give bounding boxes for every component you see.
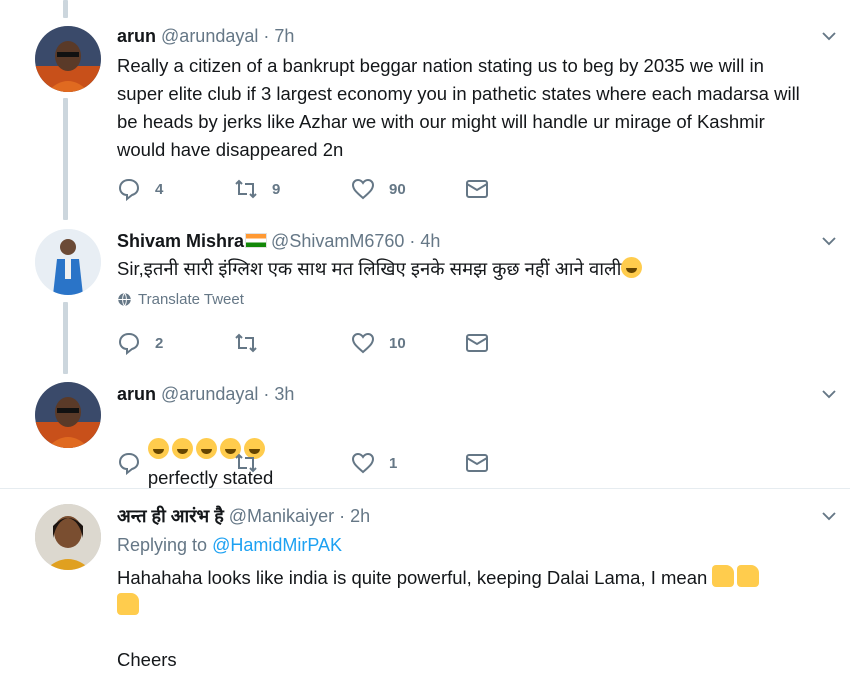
globe-icon bbox=[118, 292, 131, 307]
like-count: 90 bbox=[389, 180, 406, 198]
retweet-button[interactable] bbox=[234, 450, 351, 476]
tweet-4[interactable]: अन्त ही आरंभ है @Manikaiyer · 2h Replyin… bbox=[0, 489, 850, 699]
chevron-down-icon[interactable] bbox=[820, 232, 838, 250]
tweet-text-closing: Cheers bbox=[117, 649, 177, 670]
envelope-icon bbox=[466, 180, 488, 198]
user-handle[interactable]: @arundayal bbox=[161, 26, 258, 46]
reply-button[interactable]: 2 bbox=[117, 330, 234, 356]
separator: · bbox=[263, 26, 270, 46]
user-fullname[interactable]: अन्त ही आरंभ है bbox=[117, 506, 224, 526]
reply-icon bbox=[118, 452, 140, 475]
reply-count: 4 bbox=[155, 180, 164, 198]
timestamp[interactable]: 2h bbox=[350, 506, 370, 526]
reply-button[interactable] bbox=[117, 450, 234, 476]
reply-button[interactable]: 4 bbox=[117, 176, 234, 202]
translate-label[interactable]: Translate Tweet bbox=[138, 291, 244, 308]
like-count: 1 bbox=[389, 454, 398, 472]
separator: · bbox=[263, 384, 270, 404]
tweet-text: Sir,इतनी सारी इंग्लिश एक साथ मत लिखिए इन… bbox=[117, 258, 622, 279]
joy-emoji-icon bbox=[621, 257, 643, 278]
retweet-icon bbox=[235, 453, 257, 473]
replying-prefix: Replying to bbox=[117, 535, 208, 555]
reply-icon bbox=[118, 178, 140, 201]
tweet-3[interactable]: arun @arundayal · 3h perfectly stated 1 bbox=[0, 370, 850, 488]
chevron-down-icon[interactable] bbox=[820, 507, 838, 525]
retweet-icon bbox=[235, 179, 257, 199]
like-button[interactable]: 1 bbox=[351, 450, 465, 476]
chevron-down-icon[interactable] bbox=[820, 385, 838, 403]
reply-count: 2 bbox=[155, 334, 164, 352]
replying-to: Replying to @HamidMirPAK bbox=[117, 532, 808, 558]
india-flag-icon bbox=[245, 233, 268, 248]
retweet-button[interactable] bbox=[234, 330, 351, 356]
timestamp[interactable]: 3h bbox=[274, 384, 294, 404]
heart-icon bbox=[351, 452, 375, 474]
tweet-text: Hahahaha looks like india is quite power… bbox=[117, 567, 708, 588]
avatar[interactable] bbox=[35, 229, 101, 295]
like-count: 10 bbox=[389, 334, 406, 352]
like-button[interactable]: 90 bbox=[351, 176, 465, 202]
user-fullname[interactable]: Shivam Mishra bbox=[117, 231, 244, 251]
thumbs-up-emoji-icon bbox=[712, 565, 735, 587]
dm-button[interactable] bbox=[465, 176, 582, 202]
separator: · bbox=[339, 506, 346, 526]
envelope-icon bbox=[466, 454, 488, 472]
user-handle[interactable]: @ShivamM6760 bbox=[271, 231, 404, 251]
user-handle[interactable]: @arundayal bbox=[161, 384, 258, 404]
heart-icon bbox=[351, 178, 375, 200]
avatar[interactable] bbox=[35, 504, 101, 570]
chevron-down-icon[interactable] bbox=[820, 27, 838, 45]
envelope-icon bbox=[466, 334, 488, 352]
thumbs-up-emoji-icon bbox=[737, 565, 760, 587]
tweet-text: Really a citizen of a bankrupt beggar na… bbox=[117, 55, 805, 160]
retweet-button[interactable]: 9 bbox=[234, 176, 351, 202]
avatar[interactable] bbox=[35, 382, 101, 448]
user-fullname[interactable]: arun bbox=[117, 384, 156, 404]
dm-button[interactable] bbox=[465, 450, 582, 476]
separator: · bbox=[409, 231, 416, 251]
user-handle[interactable]: @Manikaiyer bbox=[229, 506, 334, 526]
timestamp[interactable]: 7h bbox=[274, 26, 294, 46]
heart-icon bbox=[351, 332, 375, 354]
tweet-2[interactable]: Shivam Mishra @ShivamM6760 · 4h Sir,इतनी … bbox=[0, 215, 850, 370]
like-button[interactable]: 10 bbox=[351, 330, 465, 356]
replying-to-handle[interactable]: @HamidMirPAK bbox=[212, 535, 342, 555]
thumbs-up-emoji-icon bbox=[117, 593, 139, 615]
timestamp[interactable]: 4h bbox=[420, 231, 440, 251]
tweet-1[interactable]: arun @arundayal · 7h Really a citizen of… bbox=[0, 0, 850, 215]
retweet-icon bbox=[235, 333, 257, 353]
user-fullname[interactable]: arun bbox=[117, 26, 156, 46]
retweet-count: 9 bbox=[272, 180, 281, 198]
reply-icon bbox=[118, 332, 140, 355]
dm-button[interactable] bbox=[465, 330, 582, 356]
avatar[interactable] bbox=[35, 26, 101, 92]
translate-tweet-link[interactable]: Translate Tweet bbox=[117, 291, 808, 308]
